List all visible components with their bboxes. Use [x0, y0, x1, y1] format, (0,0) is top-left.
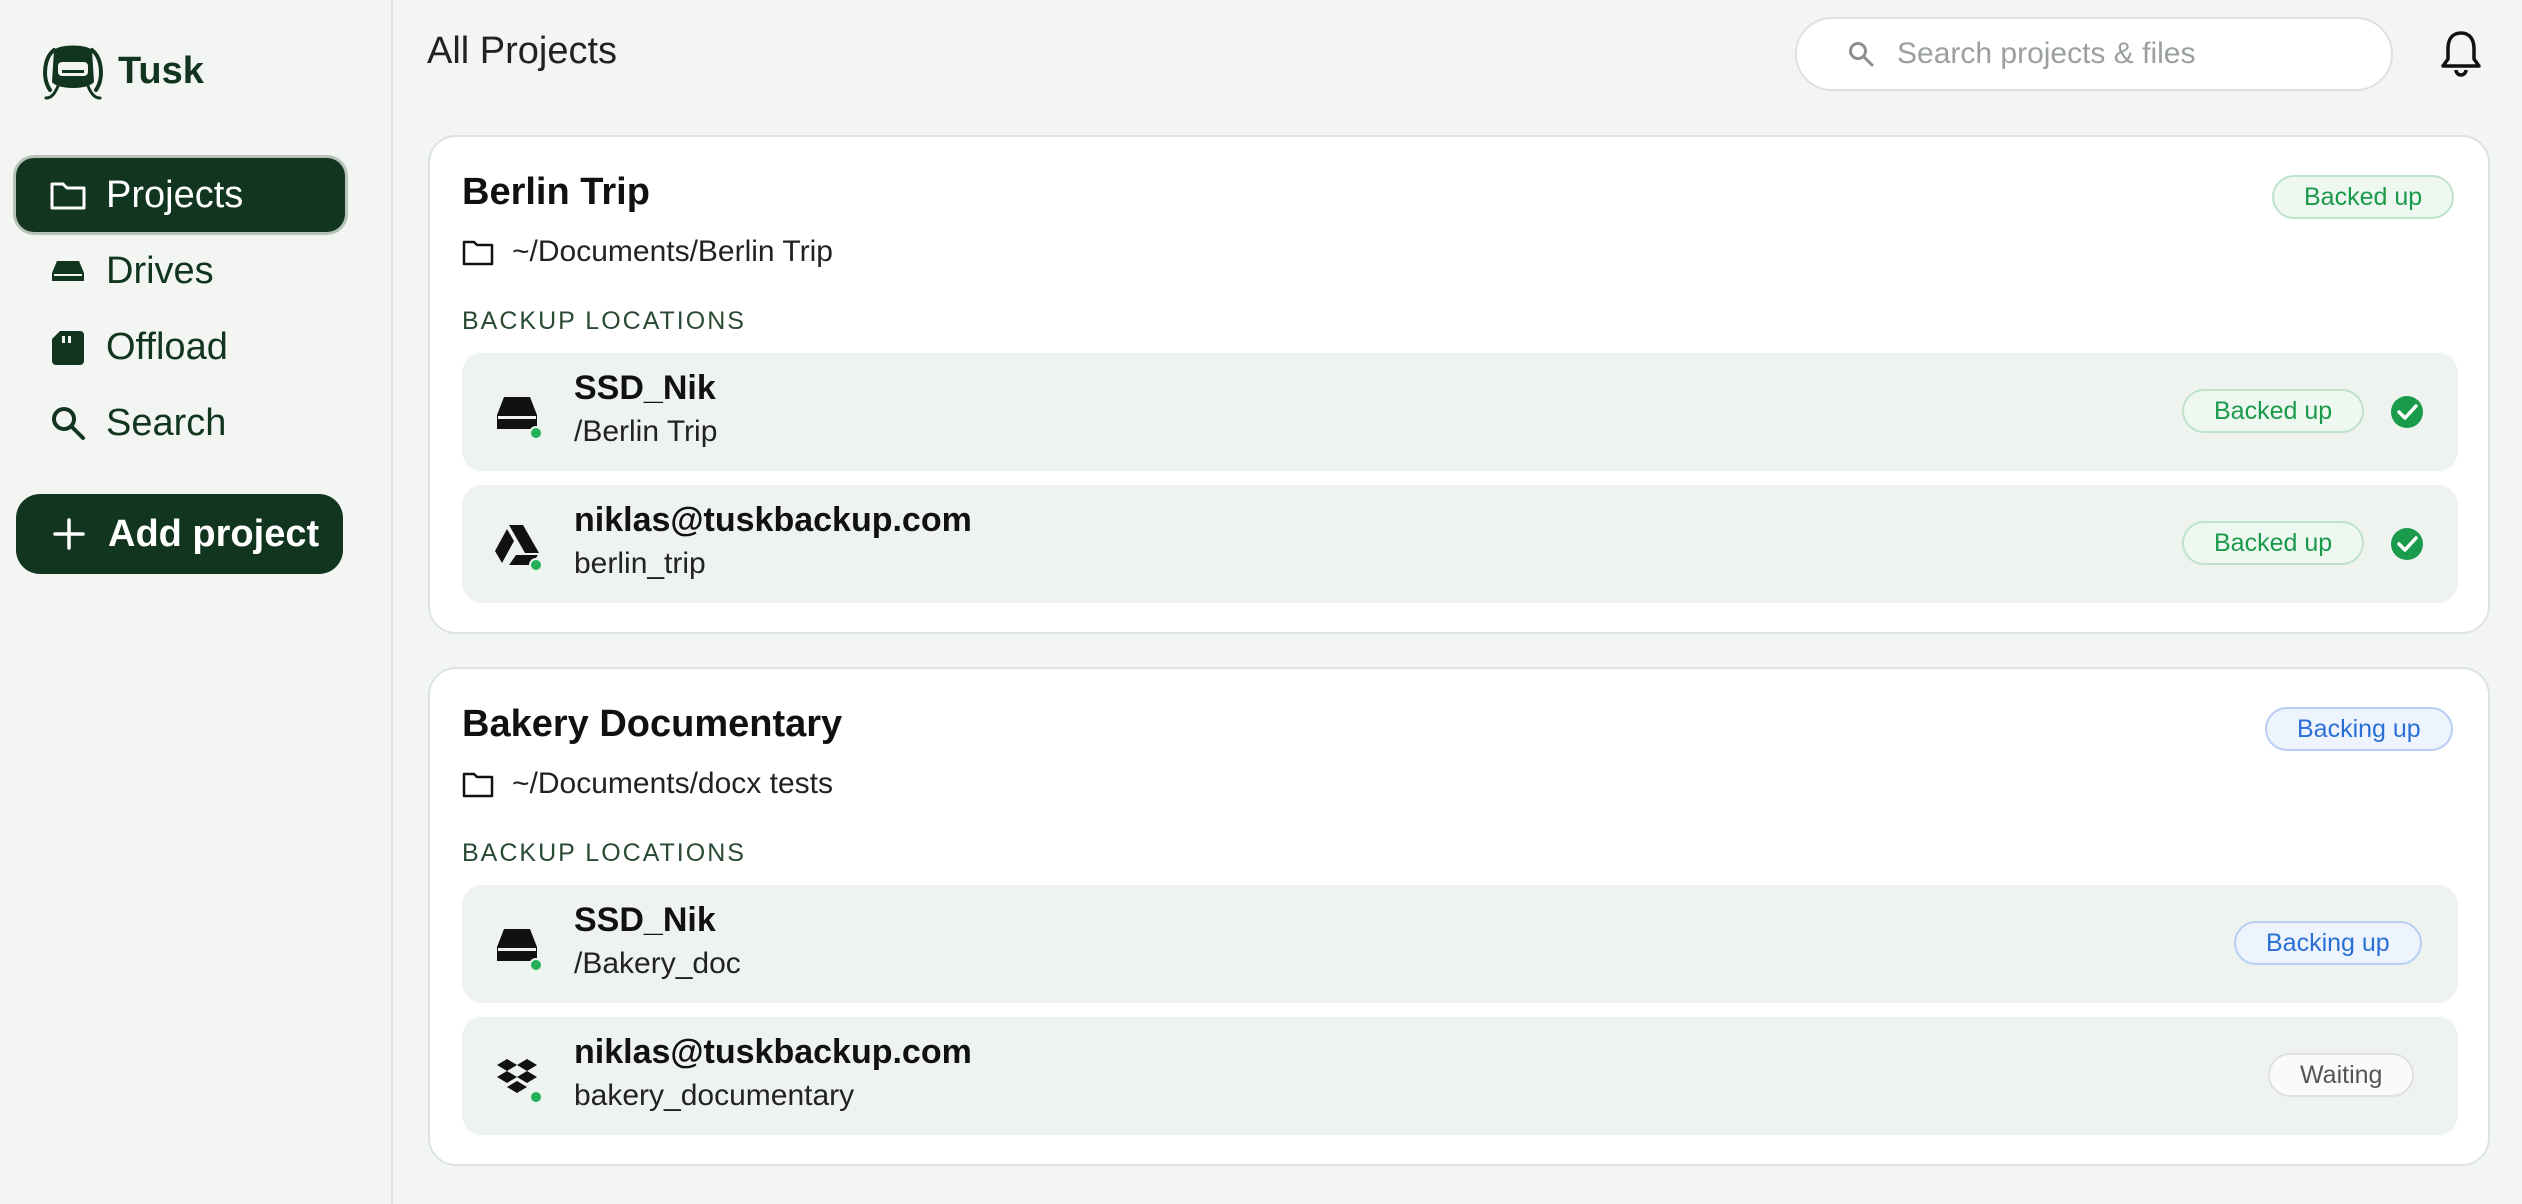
location-path: /Bakery_doc [574, 947, 741, 980]
sd-card-icon [52, 331, 84, 365]
sidebar-item-projects[interactable]: Projects [16, 158, 345, 232]
sidebar-item-label: Projects [106, 173, 244, 216]
sidebar-nav: Projects Drives Offload Search [16, 158, 345, 462]
drive-icon [52, 261, 84, 281]
backup-location-row[interactable]: SSD_Nik /Bakery_doc Backing up [462, 885, 2458, 1003]
sidebar-item-offload[interactable]: Offload [16, 310, 345, 384]
backup-location-row[interactable]: SSD_Nik /Berlin Trip Backed up [462, 353, 2458, 471]
status-badge: Waiting [2268, 1053, 2415, 1097]
status-badge: Backed up [2182, 521, 2365, 565]
add-project-label: Add project [108, 512, 320, 555]
location-path: /Berlin Trip [574, 415, 718, 448]
sidebar: Tusk Projects Drives Offload Search Add … [0, 0, 393, 1204]
sidebar-item-search[interactable]: Search [16, 386, 345, 460]
search-icon [1849, 42, 1874, 67]
project-card[interactable]: Berlin Trip Backed up ~/Documents/Berlin… [428, 135, 2490, 634]
section-label: BACKUP LOCATIONS [462, 839, 746, 867]
status-badge: Backed up [2272, 175, 2455, 219]
project-path-text: ~/Documents/docx tests [512, 767, 833, 800]
tusk-logo-icon [43, 45, 103, 100]
plus-icon [53, 518, 85, 550]
project-title: Berlin Trip [462, 171, 650, 213]
page-title: All Projects [427, 30, 618, 72]
project-title: Bakery Documentary [462, 703, 843, 745]
location-name: niklas@tuskbackup.com [574, 1033, 972, 1071]
check-circle-icon [2391, 528, 2423, 560]
brand[interactable]: Tusk [40, 40, 204, 102]
location-name: niklas@tuskbackup.com [574, 501, 972, 539]
sidebar-item-label: Drives [106, 249, 214, 292]
search-icon [52, 407, 85, 440]
bell-icon[interactable] [2438, 28, 2484, 78]
sidebar-item-drives[interactable]: Drives [16, 234, 345, 308]
dropbox-icon [497, 1059, 543, 1103]
google-drive-icon [495, 525, 543, 571]
location-path: bakery_documentary [574, 1079, 855, 1112]
search-input[interactable] [1897, 37, 2377, 71]
status-badge: Backed up [2182, 389, 2365, 433]
folder-icon [462, 240, 494, 266]
folder-icon [462, 772, 494, 798]
add-project-button[interactable]: Add project [16, 494, 343, 574]
backup-location-row[interactable]: niklas@tuskbackup.com bakery_documentary… [462, 1017, 2458, 1135]
sidebar-item-label: Search [106, 401, 227, 444]
project-path: ~/Documents/docx tests [462, 767, 833, 801]
ssd-icon [497, 929, 543, 971]
ssd-icon [497, 397, 543, 439]
folder-icon [50, 182, 86, 210]
check-circle-icon [2391, 396, 2423, 428]
project-path-text: ~/Documents/Berlin Trip [512, 235, 833, 268]
status-badge: Backing up [2234, 921, 2422, 965]
backup-location-row[interactable]: niklas@tuskbackup.com berlin_trip Backed… [462, 485, 2458, 603]
search-bar[interactable] [1795, 17, 2393, 91]
location-name: SSD_Nik [574, 901, 716, 939]
location-name: SSD_Nik [574, 369, 716, 407]
sidebar-item-label: Offload [106, 325, 228, 368]
location-path: berlin_trip [574, 547, 706, 580]
section-label: BACKUP LOCATIONS [462, 307, 746, 335]
brand-name: Tusk [118, 49, 204, 92]
status-badge: Backing up [2265, 707, 2453, 751]
project-card[interactable]: Bakery Documentary Backing up ~/Document… [428, 667, 2490, 1166]
project-path: ~/Documents/Berlin Trip [462, 235, 833, 269]
